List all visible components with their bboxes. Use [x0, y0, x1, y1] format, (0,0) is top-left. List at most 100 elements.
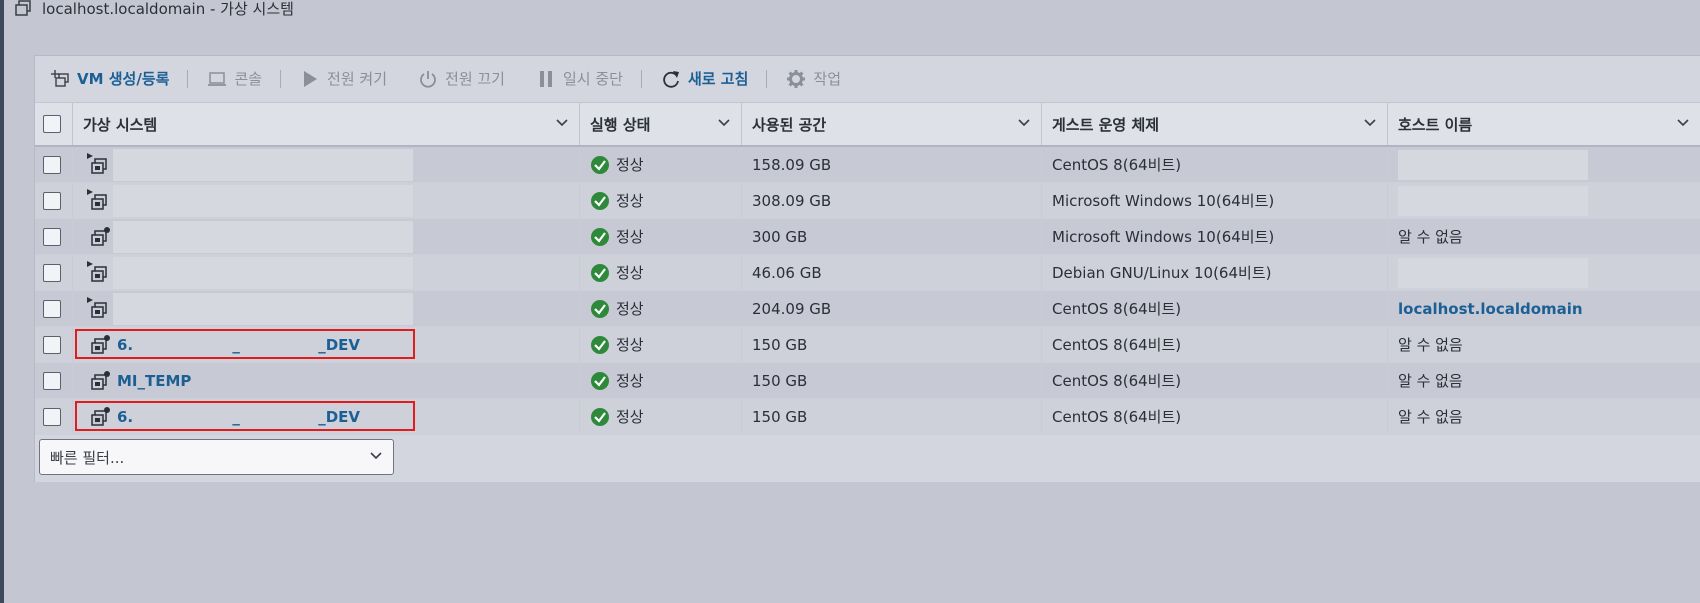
- row-checkbox[interactable]: [43, 155, 61, 174]
- host-cell: [1388, 147, 1700, 182]
- state-text: 정상: [616, 264, 644, 282]
- vm-running-icon: [87, 152, 107, 174]
- power-off-button[interactable]: 전원 끄기: [409, 64, 513, 94]
- vm-stopped-icon: [91, 226, 110, 246]
- row-select-cell: [35, 219, 73, 254]
- vm-name-cell[interactable]: [73, 183, 580, 218]
- vm-name[interactable]: 6. _ _DEV: [117, 336, 360, 354]
- row-checkbox[interactable]: [43, 335, 61, 354]
- console-button[interactable]: 콘솔: [198, 64, 270, 94]
- toolbar: VM 생성/등록 콘솔 전원 켜기 전원 끄기 일시 중단 새로 고침 작업: [35, 56, 1700, 101]
- create-vm-icon: [51, 69, 69, 87]
- space-cell: 300 GB: [742, 219, 1042, 254]
- table-row[interactable]: 6. _ _DEV 정상 150 GB CentOS 8(64비트) 알 수 없…: [35, 327, 1700, 363]
- vm-stopped-icon: [91, 406, 110, 426]
- vm-list-panel: VM 생성/등록 콘솔 전원 켜기 전원 끄기 일시 중단 새로 고침 작업 가…: [34, 55, 1700, 482]
- table-row[interactable]: 정상 158.09 GB CentOS 8(64비트): [35, 147, 1700, 183]
- vm-name-cell[interactable]: MI_TEMP: [73, 363, 580, 398]
- toolbar-divider: [640, 69, 642, 88]
- table-row[interactable]: 6. _ _DEV 정상 150 GB CentOS 8(64비트) 알 수 없…: [35, 399, 1700, 435]
- column-label: 게스트 운영 체제: [1052, 115, 1160, 134]
- state-text: 정상: [616, 228, 644, 246]
- chevron-down-icon[interactable]: [717, 115, 731, 133]
- table-row[interactable]: 정상 300 GB Microsoft Windows 10(64비트) 알 수…: [35, 219, 1700, 255]
- check-circle-icon: [591, 371, 609, 390]
- check-circle-icon: [591, 155, 609, 174]
- table-header: 가상 시스템 실행 상태 사용된 공간 게스트 운영 체제 호스트 이름: [35, 102, 1700, 147]
- vm-name[interactable]: MI_TEMP: [117, 372, 191, 390]
- refresh-icon: [663, 70, 679, 88]
- state-cell: 정상: [580, 147, 742, 182]
- check-circle-icon: [591, 299, 609, 318]
- table-row[interactable]: MI_TEMP 정상 150 GB CentOS 8(64비트) 알 수 없음: [35, 363, 1700, 399]
- column-header-host[interactable]: 호스트 이름: [1388, 103, 1700, 145]
- state-text: 정상: [616, 300, 644, 318]
- host-cell: 알 수 없음: [1388, 219, 1700, 254]
- column-header-vm[interactable]: 가상 시스템: [73, 103, 580, 145]
- state-cell: 정상: [580, 219, 742, 254]
- vm-name-cell[interactable]: [73, 291, 580, 326]
- row-checkbox[interactable]: [43, 263, 61, 282]
- refresh-label: 새로 고침: [687, 70, 749, 88]
- row-select-cell: [35, 327, 73, 362]
- toolbar-divider: [280, 69, 282, 88]
- table-row[interactable]: 정상 204.09 GB CentOS 8(64비트) localhost.lo…: [35, 291, 1700, 327]
- column-label: 사용된 공간: [752, 115, 827, 134]
- space-cell: 204.09 GB: [742, 291, 1042, 326]
- os-cell: CentOS 8(64비트): [1042, 327, 1388, 362]
- create-vm-button[interactable]: VM 생성/등록: [41, 64, 177, 94]
- column-header-state[interactable]: 실행 상태: [580, 103, 742, 145]
- redacted-name: [113, 293, 413, 325]
- vm-running-icon: [87, 260, 107, 282]
- select-all-checkbox[interactable]: [43, 115, 61, 133]
- vm-group-icon: [15, 0, 31, 16]
- vm-name[interactable]: 6. _ _DEV: [117, 408, 360, 426]
- redacted-host: [1398, 149, 1588, 180]
- redacted-name: [113, 185, 413, 217]
- host-cell: 알 수 없음: [1388, 363, 1700, 398]
- redacted-host: [1398, 257, 1588, 288]
- row-checkbox[interactable]: [43, 191, 61, 210]
- state-cell: 정상: [580, 183, 742, 218]
- vm-name-cell[interactable]: [73, 255, 580, 290]
- column-label: 호스트 이름: [1398, 115, 1473, 134]
- power-on-button[interactable]: 전원 켜기: [291, 64, 395, 94]
- host-link[interactable]: localhost.localdomain: [1398, 300, 1583, 318]
- os-cell: Microsoft Windows 10(64비트): [1042, 219, 1388, 254]
- row-select-cell: [35, 363, 73, 398]
- vm-running-icon: [87, 188, 107, 210]
- table-row[interactable]: 정상 46.06 GB Debian GNU/Linux 10(64비트): [35, 255, 1700, 291]
- redacted-name: [113, 257, 413, 289]
- state-text: 정상: [616, 336, 644, 354]
- suspend-button[interactable]: 일시 중단: [527, 64, 631, 94]
- vm-name-cell[interactable]: [73, 219, 580, 254]
- column-header-space[interactable]: 사용된 공간: [742, 103, 1042, 145]
- actions-button[interactable]: 작업: [777, 64, 849, 94]
- chevron-down-icon[interactable]: [555, 115, 569, 133]
- select-all-cell: [35, 103, 73, 145]
- state-text: 정상: [616, 372, 644, 390]
- os-cell: CentOS 8(64비트): [1042, 291, 1388, 326]
- row-select-cell: [35, 399, 73, 434]
- chevron-down-icon[interactable]: [1017, 115, 1031, 133]
- chevron-down-icon[interactable]: [1363, 115, 1377, 133]
- vm-name-cell[interactable]: 6. _ _DEV: [73, 399, 580, 434]
- row-checkbox[interactable]: [43, 407, 61, 426]
- table-row[interactable]: 정상 308.09 GB Microsoft Windows 10(64비트): [35, 183, 1700, 219]
- row-checkbox[interactable]: [43, 227, 61, 246]
- redacted-name: [113, 149, 413, 181]
- quick-filter-select[interactable]: 빠른 필터...: [39, 439, 394, 475]
- window-left-edge: [0, 0, 4, 603]
- row-checkbox[interactable]: [43, 371, 61, 390]
- vm-name-cell[interactable]: 6. _ _DEV: [73, 327, 580, 362]
- vm-name-cell[interactable]: [73, 147, 580, 182]
- column-header-os[interactable]: 게스트 운영 체제: [1042, 103, 1388, 145]
- space-cell: 150 GB: [742, 363, 1042, 398]
- chevron-down-icon[interactable]: [1676, 115, 1690, 133]
- row-select-cell: [35, 291, 73, 326]
- space-cell: 158.09 GB: [742, 147, 1042, 182]
- os-cell: CentOS 8(64비트): [1042, 147, 1388, 182]
- refresh-button[interactable]: 새로 고침: [652, 64, 756, 94]
- toolbar-divider: [187, 69, 189, 88]
- row-checkbox[interactable]: [43, 299, 61, 318]
